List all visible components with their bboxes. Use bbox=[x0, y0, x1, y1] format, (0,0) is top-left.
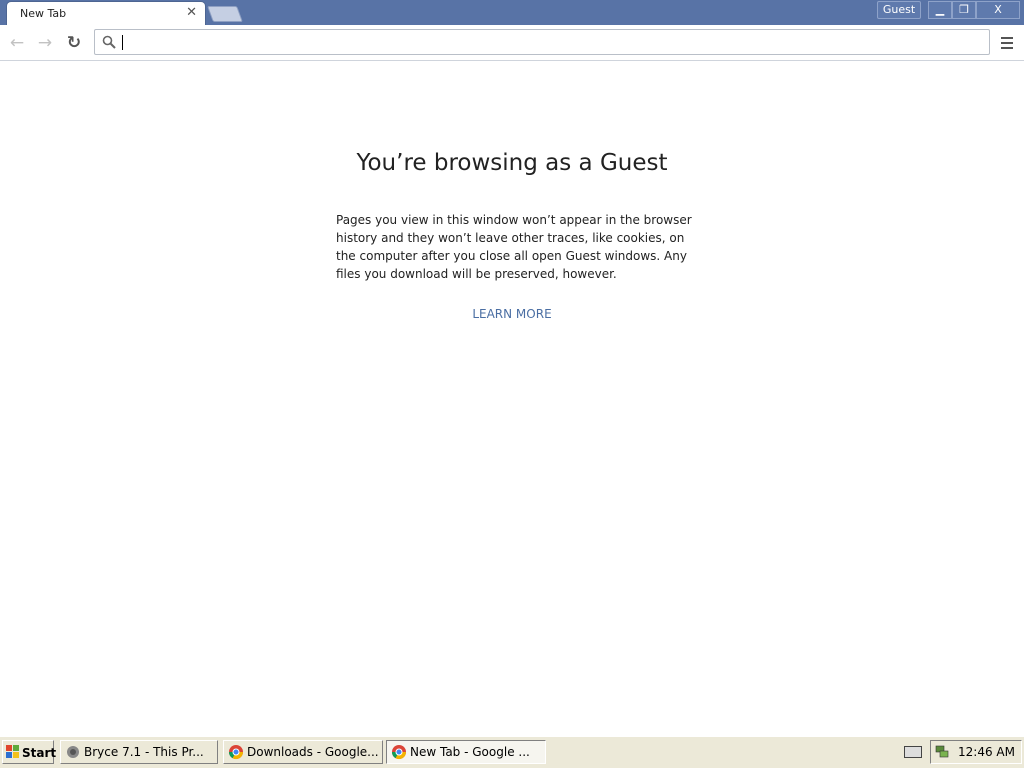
back-button[interactable]: ← bbox=[6, 32, 28, 54]
reload-button[interactable]: ↻ bbox=[63, 32, 85, 54]
bryce-app-icon bbox=[67, 746, 79, 758]
start-label: Start bbox=[22, 746, 57, 760]
taskbar-item-label: Downloads - Google... bbox=[247, 745, 379, 759]
taskbar: Start Bryce 7.1 - This Pr... Downloads -… bbox=[0, 736, 1024, 768]
tab-title: New Tab bbox=[20, 7, 67, 20]
guest-description: Pages you view in this window won’t appe… bbox=[336, 213, 692, 281]
search-icon bbox=[102, 35, 116, 49]
forward-button[interactable]: → bbox=[34, 32, 56, 54]
text-caret bbox=[122, 35, 123, 50]
taskbar-item-downloads[interactable]: Downloads - Google... bbox=[223, 740, 383, 764]
address-input[interactable] bbox=[121, 33, 985, 53]
tab-close-icon[interactable]: ✕ bbox=[186, 5, 197, 20]
start-button[interactable]: Start bbox=[2, 740, 57, 764]
tab-new-tab[interactable]: New Tab ✕ bbox=[6, 1, 206, 25]
guest-page: You’re browsing as a Guest Pages you vie… bbox=[0, 61, 1024, 736]
new-tab-button[interactable] bbox=[207, 6, 243, 22]
taskbar-item-label: New Tab - Google ... bbox=[410, 745, 530, 759]
chrome-icon bbox=[228, 745, 244, 760]
menu-icon[interactable] bbox=[998, 32, 1018, 54]
maximize-button[interactable]: ❐ bbox=[952, 1, 976, 19]
system-tray: 12:46 AM bbox=[930, 740, 1022, 764]
page-title: You’re browsing as a Guest bbox=[356, 150, 668, 176]
keyboard-icon[interactable] bbox=[904, 746, 922, 758]
windows-logo-icon bbox=[6, 745, 19, 758]
network-icon[interactable] bbox=[935, 744, 949, 758]
learn-more-link[interactable]: LEARN MORE bbox=[0, 307, 1024, 321]
minimize-button[interactable]: ▁ bbox=[928, 1, 952, 19]
tab-strip: New Tab ✕ Guest ▁ ❐ X bbox=[0, 0, 1024, 25]
browser-toolbar: ← → ↻ bbox=[0, 25, 1024, 61]
taskbar-item-label: Bryce 7.1 - This Pr... bbox=[84, 745, 204, 759]
omnibox[interactable] bbox=[94, 29, 990, 55]
taskbar-item-new-tab[interactable]: New Tab - Google ... bbox=[386, 740, 546, 764]
profile-button[interactable]: Guest bbox=[877, 1, 921, 19]
clock[interactable]: 12:46 AM bbox=[958, 745, 1015, 759]
close-window-button[interactable]: X bbox=[976, 1, 1020, 19]
chrome-icon bbox=[391, 745, 407, 760]
taskbar-item-bryce[interactable]: Bryce 7.1 - This Pr... bbox=[60, 740, 218, 764]
